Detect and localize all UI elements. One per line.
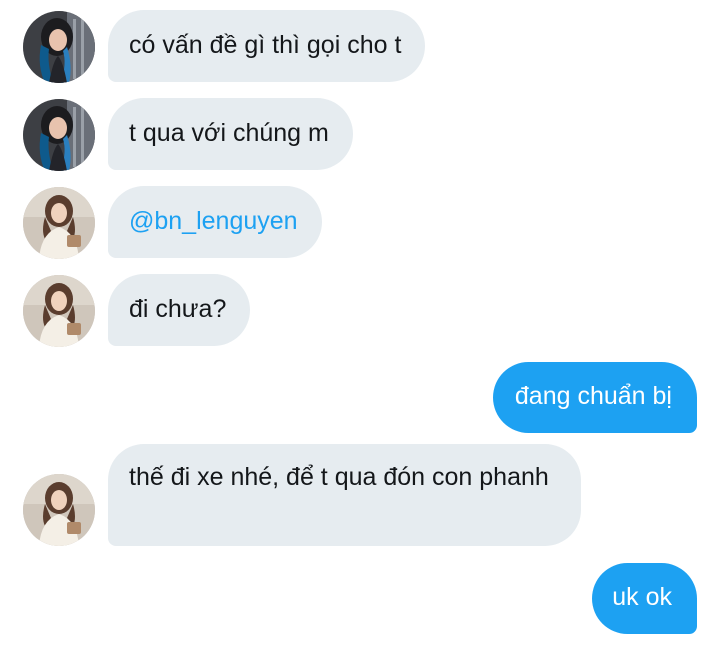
user-photo-icon <box>23 275 95 347</box>
message-bubble[interactable]: thế đi xe nhé, để t qua đón con phanh <box>108 444 581 546</box>
message-text: thế đi xe nhé, để t qua đón con phanh <box>129 463 549 491</box>
avatar[interactable] <box>23 11 95 83</box>
message-bubble[interactable]: đi chưa? <box>108 274 251 346</box>
message-bubble[interactable]: có vấn đề gì thì gọi cho t <box>108 10 426 82</box>
message-bubble[interactable]: t qua với chúng m <box>108 98 353 170</box>
avatar[interactable] <box>23 275 95 347</box>
message-text: có vấn đề gì thì gọi cho t <box>129 31 402 59</box>
avatar[interactable] <box>23 187 95 259</box>
message-text: t qua với chúng m <box>129 119 329 147</box>
user-photo-icon <box>23 474 95 546</box>
user-photo-icon <box>23 11 95 83</box>
message-bubble[interactable]: đang chuẩn bị <box>492 362 697 433</box>
message-text: uk ok <box>612 583 672 611</box>
user-photo-icon <box>23 99 95 171</box>
message-bubble[interactable]: uk ok <box>592 563 697 634</box>
avatar[interactable] <box>23 99 95 171</box>
message-text: đang chuẩn bị <box>514 382 672 410</box>
dm-conversation: có vấn đề gì thì gọi cho t t qua với chú… <box>0 0 720 657</box>
message-bubble[interactable]: @bn_lenguyen <box>108 186 322 258</box>
mention-link[interactable]: @bn_lenguyen <box>129 207 298 235</box>
message-text: đi chưa? <box>129 295 227 323</box>
user-photo-icon <box>23 187 95 259</box>
avatar[interactable] <box>23 474 95 546</box>
